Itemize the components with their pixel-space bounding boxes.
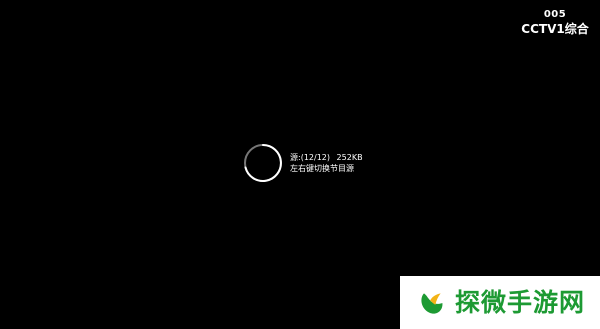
download-speed: 252KB — [336, 153, 363, 162]
source-count: 源:(12/12) — [290, 153, 330, 162]
loading-indicator: 源:(12/12) 252KB 左右键切换节目源 — [243, 143, 373, 183]
loading-spinner-icon — [244, 144, 282, 182]
source-status-line: 源:(12/12) 252KB — [290, 152, 363, 163]
switch-source-hint: 左右键切换节目源 — [290, 164, 354, 173]
watermark-text: 探微手游网 — [455, 288, 586, 317]
leaf-logo-icon — [421, 292, 443, 314]
loading-text: 源:(12/12) 252KB 左右键切换节目源 — [290, 152, 363, 174]
channel-info: 005 CCTV1综合 — [520, 9, 590, 37]
channel-number: 005 — [543, 9, 567, 20]
watermark-banner: 探微手游网 — [400, 276, 600, 329]
channel-name: CCTV1综合 — [521, 22, 589, 36]
video-player-screen[interactable]: 005 CCTV1综合 源:(12/12) 252KB 左右键切换节目源 探微手… — [0, 0, 600, 329]
